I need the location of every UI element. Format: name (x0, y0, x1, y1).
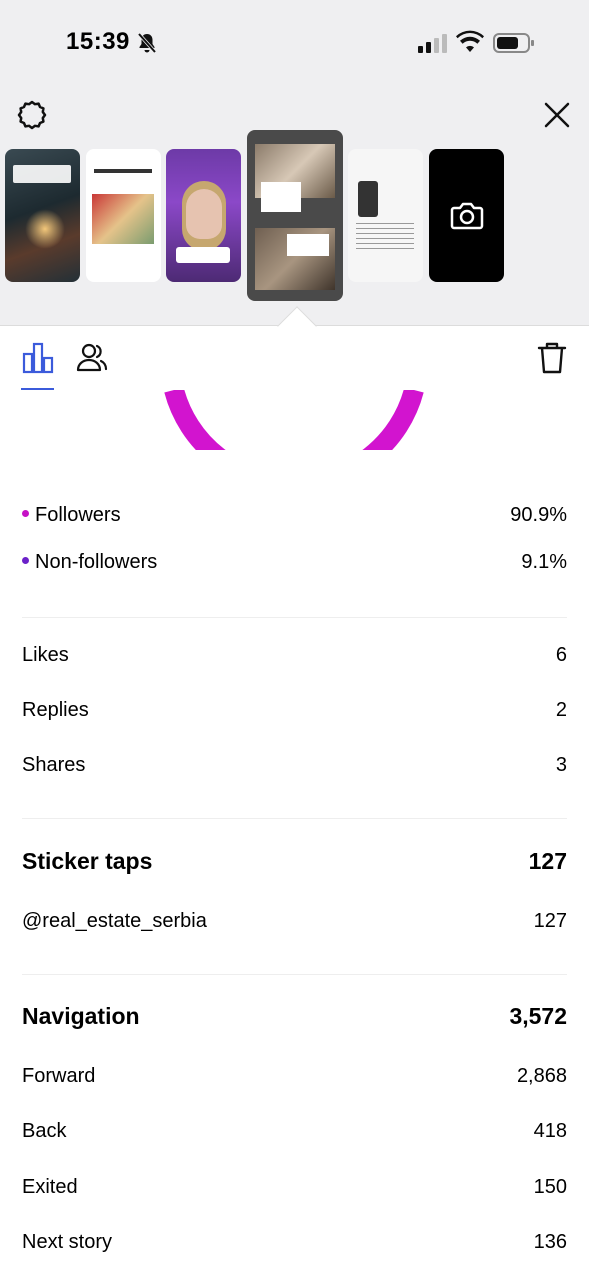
followers-label: Followers (35, 504, 121, 526)
status-time: 15:39 (66, 28, 130, 55)
forward-value: 2,868 (516, 1065, 567, 1087)
followers-ring-arc (164, 390, 424, 450)
viewers-people-icon[interactable] (74, 340, 110, 376)
back-value: 418 (533, 1120, 567, 1142)
replies-value: 2 (555, 699, 567, 721)
likes-row: Likes 6 (22, 644, 567, 667)
likes-label: Likes (22, 644, 69, 666)
shares-row: Shares 3 (22, 754, 567, 777)
non-followers-label: Non-followers (35, 551, 158, 573)
back-row: Back 418 (22, 1120, 567, 1143)
next-story-row: Next story 136 (22, 1231, 567, 1254)
next-story-label: Next story (22, 1231, 113, 1253)
navigation-label: Navigation (22, 1003, 140, 1029)
audience-ring-chart (164, 390, 424, 450)
non-followers-dot (22, 557, 29, 565)
sticker-taps-value: 127 (528, 848, 567, 874)
divider (22, 617, 567, 618)
sticker-mention-value: 127 (533, 910, 567, 932)
shares-value: 3 (555, 754, 567, 776)
followers-row: Followers 90.9% (22, 504, 567, 527)
sticker-taps-label: Sticker taps (22, 848, 153, 874)
followers-dot (22, 510, 29, 518)
story-picker-header: 15:39 (0, 0, 589, 326)
story-thumb-3[interactable] (166, 149, 241, 282)
likes-value: 6 (555, 644, 567, 666)
story-thumb-5-text-lines (356, 223, 414, 253)
close-icon[interactable] (541, 99, 573, 131)
story-thumb-5[interactable] (348, 149, 423, 282)
non-followers-value: 9.1% (521, 551, 567, 573)
navigation-header: Navigation 3,572 (22, 1003, 567, 1030)
story-thumb-2[interactable] (86, 149, 161, 282)
bell-off-icon (137, 32, 157, 54)
replies-row: Replies 2 (22, 699, 567, 722)
divider (22, 974, 567, 975)
replies-label: Replies (22, 699, 89, 721)
cellular-signal-icon (418, 34, 447, 53)
divider (22, 818, 567, 819)
camera-icon (450, 202, 483, 229)
story-thumb-5-phone (358, 181, 378, 217)
exited-value: 150 (533, 1176, 567, 1198)
wifi-icon (456, 30, 484, 52)
story-thumb-3-face (186, 189, 222, 239)
story-thumb-4-card-2 (287, 234, 329, 256)
exited-row: Exited 150 (22, 1176, 567, 1199)
story-thumb-2-photo (92, 194, 154, 244)
trash-icon[interactable] (534, 340, 570, 376)
story-thumb-1-caption-box (13, 165, 71, 183)
insights-bar-chart-icon[interactable] (20, 340, 56, 376)
next-story-value: 136 (533, 1231, 567, 1253)
story-thumb-1[interactable] (5, 149, 80, 282)
camera-thumb[interactable] (429, 149, 504, 282)
story-thumb-3-caption-box (176, 247, 230, 263)
back-label: Back (22, 1120, 67, 1142)
sticker-taps-header: Sticker taps 127 (22, 848, 567, 875)
sticker-mention-label: @real_estate_serbia (22, 910, 207, 932)
sticker-mention-row[interactable]: @real_estate_serbia 127 (22, 910, 567, 933)
battery-icon (493, 33, 534, 53)
forward-row: Forward 2,868 (22, 1065, 567, 1088)
followers-value: 90.9% (510, 504, 567, 526)
story-thumb-4-card (261, 182, 301, 212)
navigation-value: 3,572 (509, 1003, 567, 1029)
settings-gear-icon[interactable] (16, 99, 48, 131)
shares-label: Shares (22, 754, 86, 776)
non-followers-row: Non-followers 9.1% (22, 551, 567, 574)
forward-label: Forward (22, 1065, 96, 1087)
story-thumb-2-title (94, 169, 152, 173)
story-thumb-1-light (25, 209, 65, 249)
exited-label: Exited (22, 1176, 78, 1198)
story-thumb-4[interactable] (247, 130, 343, 301)
